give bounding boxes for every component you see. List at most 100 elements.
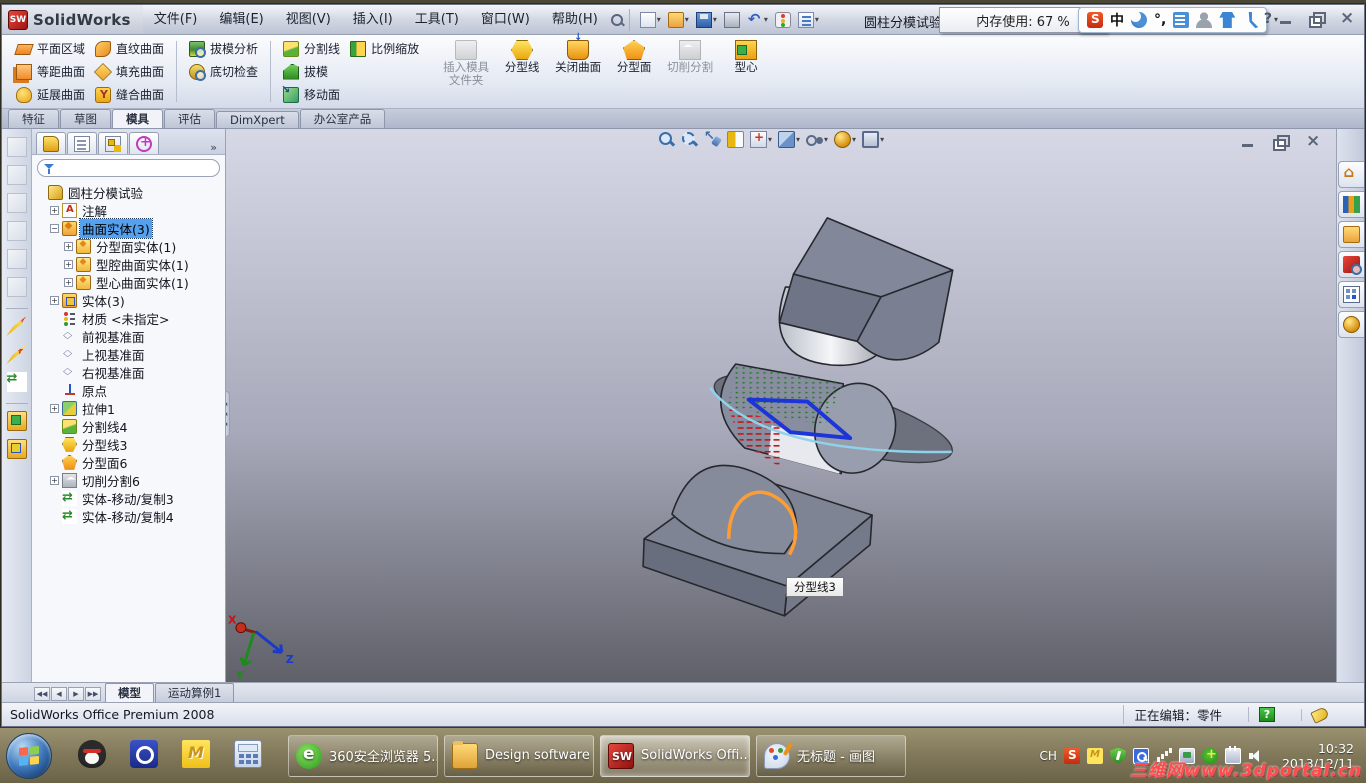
document-window-button[interactable]	[1302, 133, 1322, 151]
tray-icon[interactable]	[1064, 748, 1080, 764]
ime-button[interactable]	[1196, 12, 1212, 28]
toolbar-button[interactable]: 平面区域	[12, 37, 89, 60]
panel-tab[interactable]	[98, 132, 128, 154]
document-window-button[interactable]	[1270, 133, 1290, 151]
tree-item[interactable]: 原点	[50, 381, 225, 399]
ime-button[interactable]	[1219, 12, 1235, 28]
expand-toggle[interactable]: +	[50, 404, 59, 413]
tray-icon[interactable]: CH	[1040, 749, 1057, 763]
mold-tool-button[interactable]: 切削分割	[663, 37, 717, 106]
toolbar-button[interactable]: 移动面	[279, 83, 344, 106]
search-pin-icon[interactable]	[609, 12, 625, 28]
dropdown-arrow-icon[interactable]: ▾	[657, 15, 661, 24]
ime-button[interactable]	[1087, 12, 1103, 28]
tree-item[interactable]: 材质 <未指定>	[50, 309, 225, 327]
dropdown-arrow-icon[interactable]: ▾	[685, 15, 689, 24]
task-pane-tab[interactable]	[1338, 221, 1364, 248]
tree-item[interactable]: 圆柱分模试验	[36, 183, 225, 201]
tree-item[interactable]: + 拉伸1	[50, 399, 225, 417]
task-pane-tab[interactable]	[1338, 281, 1364, 308]
dropdown-arrow-icon[interactable]: ▾	[796, 135, 800, 144]
tag-icon[interactable]	[1310, 706, 1330, 724]
view-tool-button[interactable]: ▾	[658, 131, 675, 148]
panel-splitter-handle[interactable]: ◂◂◂	[226, 391, 230, 437]
taskbar-button[interactable]: 无标题 - 画图	[756, 735, 906, 777]
quick-launch-button[interactable]	[78, 740, 106, 772]
task-pane-tab[interactable]	[1338, 191, 1364, 218]
task-pane-tab[interactable]	[1338, 161, 1364, 188]
mold-tool-button[interactable]: 分型线	[495, 37, 549, 106]
taskbar-button[interactable]: SolidWorks Offi...	[600, 735, 750, 777]
toolbar-button[interactable]: 直纹曲面	[91, 37, 168, 60]
menu-item[interactable]: 插入(I)	[342, 5, 404, 34]
view-tool-button[interactable]: ▾	[681, 131, 698, 148]
mold-tool-button[interactable]: 插入模具文件夹	[439, 37, 493, 106]
view-tool-button[interactable]: ▾	[727, 131, 744, 148]
left-toolbar-button[interactable]	[7, 221, 27, 245]
help-question-icon[interactable]: ?	[1259, 707, 1275, 722]
panel-tab[interactable]	[129, 132, 159, 154]
toolbar-button[interactable]: 拔模分析	[185, 37, 262, 60]
menu-item[interactable]: 编辑(E)	[208, 5, 274, 34]
quick-launch-button[interactable]	[182, 740, 210, 772]
quick-tool-button[interactable]: ▾	[745, 11, 770, 29]
menu-item[interactable]: 帮助(H)	[541, 5, 609, 34]
left-toolbar-button[interactable]	[7, 372, 27, 396]
toolbar-button[interactable]: 延展曲面	[12, 83, 89, 106]
tree-item[interactable]: 分型线3	[50, 435, 225, 453]
quick-tool-button[interactable]: ▾	[638, 11, 663, 29]
left-toolbar-button[interactable]	[7, 411, 27, 435]
document-window-button[interactable]	[1238, 133, 1258, 151]
tree-item[interactable]: 分割线4	[50, 417, 225, 435]
command-tab[interactable]: 评估	[164, 109, 215, 128]
left-toolbar-button[interactable]	[7, 193, 27, 217]
tab-nav-button[interactable]: ◀◀	[34, 687, 50, 701]
tree-item[interactable]: 右视基准面	[50, 363, 225, 381]
toolbar-button[interactable]: 等距曲面	[12, 60, 89, 83]
dropdown-arrow-icon[interactable]: ▾	[824, 135, 828, 144]
ime-button[interactable]	[1131, 12, 1147, 28]
start-button[interactable]	[6, 733, 52, 779]
quick-tool-button[interactable]: ▾	[722, 11, 742, 29]
mold-tool-button[interactable]: 分型面	[607, 37, 661, 106]
tree-item[interactable]: 上视基准面	[50, 345, 225, 363]
view-tool-button[interactable]: ▾	[834, 131, 856, 148]
left-toolbar-button[interactable]	[7, 344, 27, 368]
tree-item[interactable]: 实体-移动/复制4	[50, 507, 225, 525]
menu-item[interactable]: 文件(F)	[143, 5, 209, 34]
window-button[interactable]	[1336, 10, 1356, 28]
quick-launch-button[interactable]	[234, 740, 262, 772]
dropdown-arrow-icon[interactable]: ▾	[852, 135, 856, 144]
tree-item[interactable]: − 曲面实体(3)	[50, 219, 225, 237]
view-tool-button[interactable]: ▾	[704, 131, 721, 148]
panel-overflow-chevron[interactable]: »	[206, 141, 221, 154]
command-tab[interactable]: DimXpert	[216, 111, 299, 128]
expand-toggle[interactable]: +	[64, 242, 73, 251]
view-tool-button[interactable]: ▾	[806, 131, 828, 148]
command-tab[interactable]: 特征	[8, 109, 59, 128]
left-toolbar-button[interactable]	[7, 249, 27, 273]
toolbar-button[interactable]: 比例缩放	[346, 37, 423, 60]
expand-toggle[interactable]: +	[50, 476, 59, 485]
tree-item[interactable]: + 实体(3)	[50, 291, 225, 309]
command-tab[interactable]: 模具	[112, 109, 163, 128]
tab-nav-button[interactable]: ▶	[68, 687, 84, 701]
tray-icon[interactable]	[1110, 748, 1126, 764]
dropdown-arrow-icon[interactable]: ▾	[764, 15, 768, 24]
dropdown-arrow-icon[interactable]: ▾	[815, 15, 819, 24]
left-toolbar-button[interactable]	[7, 439, 27, 463]
graphics-viewport[interactable]: X Y Z ▾ ▾ ▾	[226, 129, 1336, 682]
tree-filter-input[interactable]	[37, 159, 220, 177]
view-tool-button[interactable]: ▾	[750, 131, 772, 148]
toolbar-button[interactable]: 填充曲面	[91, 60, 168, 83]
tab-nav-button[interactable]: ◀	[51, 687, 67, 701]
model-tab[interactable]: 模型	[105, 683, 154, 702]
tray-icon[interactable]	[1087, 748, 1103, 764]
expand-toggle[interactable]: +	[50, 206, 59, 215]
taskbar-button[interactable]: 360安全浏览器 5....	[288, 735, 438, 777]
quick-tool-button[interactable]: ▾	[666, 11, 691, 29]
left-toolbar-button[interactable]	[7, 316, 27, 340]
ime-button[interactable]: 中	[1110, 10, 1124, 30]
taskbar-button[interactable]: Design software	[444, 735, 594, 777]
left-toolbar-button[interactable]	[7, 277, 27, 301]
